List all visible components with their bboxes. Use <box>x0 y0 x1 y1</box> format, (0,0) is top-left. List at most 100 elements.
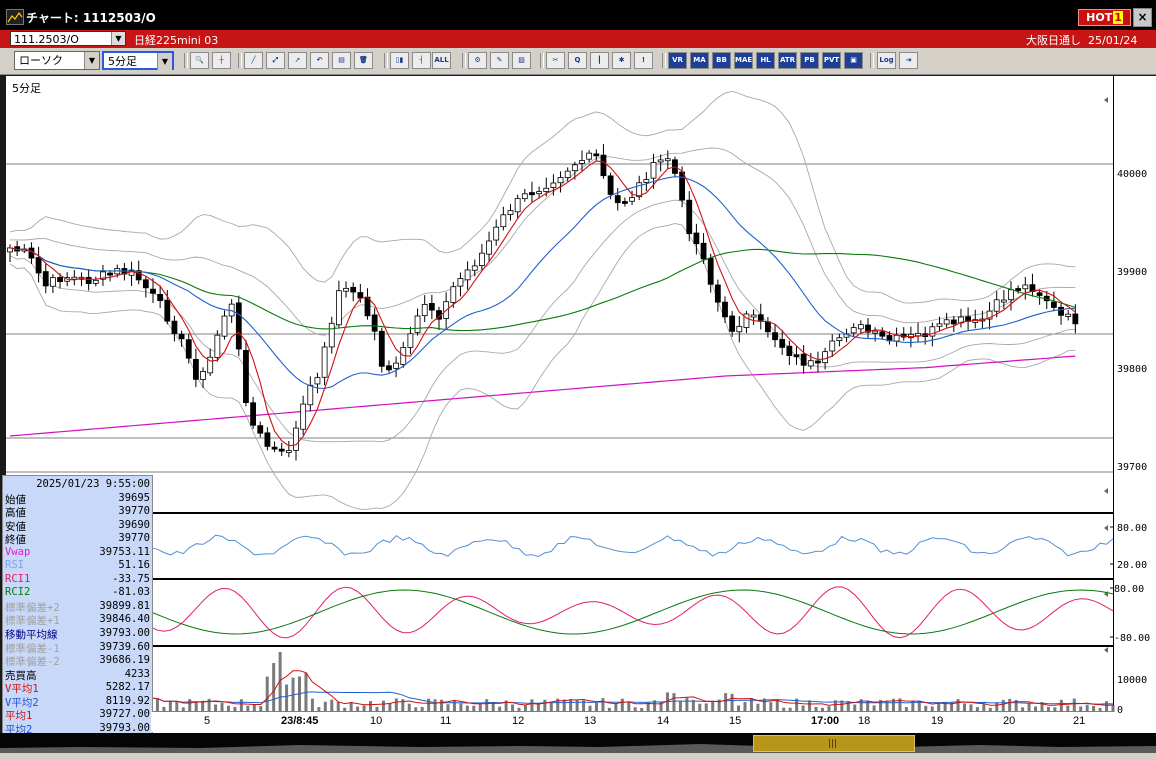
candle-body <box>335 290 342 326</box>
exit-button[interactable]: ⇥ <box>899 52 918 69</box>
volume-bar <box>214 704 218 712</box>
chart-type-select[interactable]: ローソク ▼ <box>14 51 100 70</box>
chevron-down-icon[interactable]: ▼ <box>111 32 125 45</box>
candle-body <box>850 327 857 334</box>
info-value: 39899.81 <box>99 599 150 612</box>
candle-body <box>736 325 743 333</box>
bar-style-button[interactable]: ┤ <box>412 52 431 69</box>
candle-body <box>893 334 900 342</box>
candle-body <box>529 192 535 196</box>
volume-bar <box>427 698 431 712</box>
candle-body <box>157 293 164 301</box>
undo-button[interactable]: ↶ <box>310 52 329 69</box>
tools-button[interactable]: ✎ <box>490 52 509 69</box>
x-tick-label: 10 <box>370 715 383 727</box>
interval-select[interactable]: 5分足 ▼ <box>102 51 174 70</box>
VR-button[interactable]: VR <box>668 52 687 69</box>
HL-button[interactable]: HL <box>756 52 775 69</box>
PB-button[interactable]: PB <box>800 52 819 69</box>
MA-button[interactable]: MA <box>690 52 709 69</box>
volume-bar <box>808 700 812 712</box>
ATR-button[interactable]: ATR <box>778 52 797 69</box>
volume-bar <box>194 701 198 712</box>
search-button[interactable]: Q <box>568 52 587 69</box>
volume-bar <box>601 698 605 712</box>
volume-bar <box>691 699 695 712</box>
candle-body <box>800 353 807 366</box>
hot-button[interactable]: HOT 1 <box>1078 9 1131 26</box>
PVT-button[interactable]: PVT <box>822 52 841 69</box>
symbol-code: 111.2503/O <box>14 33 79 46</box>
close-button[interactable]: × <box>1133 8 1152 27</box>
info-value: 39846.40 <box>99 613 150 626</box>
scrollbar-thumb[interactable]: ||| <box>753 735 915 752</box>
toolbar-separator <box>870 53 874 68</box>
chevron-down-icon[interactable]: ▼ <box>157 53 172 70</box>
info-value: 51.16 <box>118 559 150 572</box>
crosshair-button[interactable]: ┼ <box>212 52 231 69</box>
candle-body <box>300 403 307 430</box>
x-tick-label: 13 <box>584 715 597 727</box>
disabled-button[interactable]: ! <box>634 52 653 69</box>
volume-bar <box>265 676 269 712</box>
price-tick-label: 40000 <box>1117 169 1147 180</box>
candle-body <box>564 170 571 178</box>
log-button[interactable]: Log <box>877 52 896 69</box>
volume-bar <box>562 699 566 712</box>
candle-body <box>857 324 864 330</box>
candle-body <box>765 321 771 333</box>
info-value: 39793.00 <box>99 627 150 639</box>
chart-canvas[interactable]: 40000 39900 39800 39700 80.00 20.00 80.00 -80.0… <box>0 76 1156 733</box>
memo-button[interactable]: ▤ <box>332 52 351 69</box>
candle-body <box>600 154 607 177</box>
delete-button[interactable]: 🗑 <box>354 52 373 69</box>
chart-scrollbar[interactable]: ||| <box>0 733 1156 753</box>
candle-body <box>550 182 557 188</box>
rci-tick-label: -80.00 <box>1114 633 1150 644</box>
info-row: 平均1 39727.00 <box>5 708 150 722</box>
candle-body <box>622 201 628 204</box>
cut-button[interactable]: ✂ <box>546 52 565 69</box>
candle-body <box>679 171 685 201</box>
trend-tool-button[interactable]: ⤢ <box>266 52 285 69</box>
volume-bar <box>1008 698 1012 712</box>
MAE-button[interactable]: MAE <box>734 52 753 69</box>
draw-line-button[interactable]: ╱ <box>244 52 263 69</box>
candle-body <box>386 365 392 371</box>
symbol-select[interactable]: 111.2503/O ▼ <box>10 31 126 46</box>
mark-button[interactable]: ✱ <box>612 52 631 69</box>
candle-body <box>693 232 700 245</box>
symbol-name: 日経225mini 03 <box>134 34 219 47</box>
candle-body <box>486 240 492 255</box>
frame-button[interactable]: ▣ <box>844 52 863 69</box>
candle-body <box>393 362 400 369</box>
candle-body <box>1072 313 1079 325</box>
volume-bar <box>704 703 708 712</box>
BB-button[interactable]: BB <box>712 52 731 69</box>
chart-app-icon <box>6 9 24 25</box>
candle-body <box>514 198 521 213</box>
add-ind-button[interactable]: ┃ <box>590 52 609 69</box>
info-row: 標準偏差+1 39846.40 <box>5 613 150 627</box>
color-button[interactable]: ▨ <box>512 52 531 69</box>
candle-body <box>92 279 99 284</box>
volume-bar <box>272 663 276 712</box>
chevron-down-icon[interactable]: ▼ <box>84 52 99 69</box>
volume-bar <box>310 698 314 712</box>
title-bar: チャート: 1112503/O HOT 1 × <box>0 0 1156 30</box>
info-row: RCI2 -81.03 <box>5 586 150 599</box>
zoom-button[interactable]: 🔍 <box>190 52 209 69</box>
volume-bar <box>349 701 353 712</box>
cursor-button[interactable]: ➚ <box>288 52 307 69</box>
volume-bar <box>330 699 334 712</box>
candle-body <box>664 158 671 162</box>
candle-style-button[interactable]: ▯▮ <box>390 52 409 69</box>
candle-body <box>700 242 707 260</box>
all-button[interactable]: ALL <box>432 52 451 69</box>
candle-body <box>1036 292 1043 296</box>
x-tick-label: 17:00 <box>811 715 840 727</box>
info-value: 39739.60 <box>99 640 150 653</box>
rci-tick-label: 80.00 <box>1114 584 1144 595</box>
settings-button[interactable]: ⚙ <box>468 52 487 69</box>
volume-bar <box>168 700 172 712</box>
